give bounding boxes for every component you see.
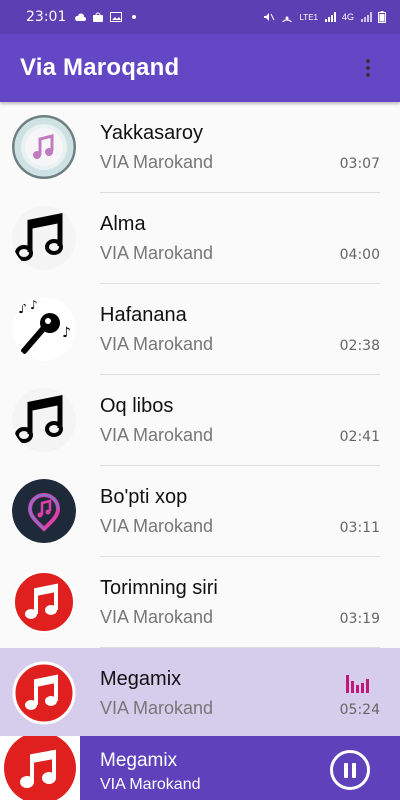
track-duration: 04:00 — [339, 247, 380, 263]
track-artist: VIA Marokand — [100, 334, 214, 354]
track-artist: VIA Marokand — [100, 152, 214, 172]
now-playing-title: Megamix — [100, 750, 178, 771]
track-duration: 03:19 — [339, 611, 380, 627]
cloud-icon — [75, 13, 87, 21]
svg-text:♪: ♪ — [62, 325, 71, 341]
track-title: Alma — [100, 213, 146, 235]
track-artist: VIA Marokand — [100, 516, 214, 536]
track-title: Bo'pti xop — [100, 486, 188, 508]
status-bar: 23:01 LTE1 4G — [0, 0, 400, 34]
svg-text:♪: ♪ — [18, 301, 27, 317]
volte-label: LTE1 — [299, 12, 318, 22]
track-row-torimning-siri[interactable]: Torimning siri VIA Marokand 03:19 — [0, 557, 400, 648]
microphone-icon: ♪ ♪ ♪ — [12, 297, 76, 361]
signal-icon — [324, 12, 336, 22]
track-duration: 03:07 — [339, 156, 380, 172]
red-music-icon — [0, 736, 80, 800]
music-notes-icon — [12, 388, 76, 452]
track-row-yakkasaroy[interactable]: Yakkasaroy VIA Marokand 03:07 — [0, 102, 400, 193]
track-artist: VIA Marokand — [100, 607, 214, 627]
track-row-megamix[interactable]: Megamix VIA Marokand 05:24 — [0, 648, 400, 736]
red-music-icon — [12, 661, 76, 725]
image-icon — [110, 12, 123, 22]
svg-text:♪: ♪ — [30, 298, 38, 312]
battery-icon — [378, 11, 386, 23]
track-row-hafanana[interactable]: ♪ ♪ ♪ Hafanana VIA Marokand 02:38 — [0, 284, 400, 375]
music-notes-icon — [12, 206, 76, 270]
track-title: Yakkasaroy — [100, 122, 204, 144]
pause-button[interactable] — [330, 750, 370, 790]
track-title: Megamix — [100, 668, 182, 690]
mute-icon — [264, 13, 275, 21]
track-artist: VIA Marokand — [100, 243, 214, 263]
track-row-oq-libos[interactable]: Oq libos VIA Marokand 02:41 — [0, 375, 400, 466]
app-title: Via Maroqand — [20, 54, 180, 81]
track-title: Torimning siri — [100, 577, 218, 599]
network-gen-label: 4G — [341, 12, 354, 22]
more-vert-icon[interactable] — [356, 53, 380, 83]
equalizer-icon — [346, 675, 369, 693]
track-title: Oq libos — [100, 395, 174, 417]
dot-icon — [132, 15, 137, 19]
track-row-bopti-xop[interactable]: Bo'pti xop VIA Marokand 03:11 — [0, 466, 400, 557]
track-duration: 02:41 — [339, 429, 380, 445]
track-artist: VIA Marokand — [100, 698, 214, 718]
track-duration: 05:24 — [339, 702, 380, 718]
now-playing-bar[interactable]: Megamix VIA Marokand — [0, 736, 400, 800]
pause-icon — [344, 762, 348, 778]
signal-icon — [361, 12, 372, 22]
music-pin-icon — [12, 479, 76, 543]
track-list[interactable]: Yakkasaroy VIA Marokand 03:07 Alma VIA M… — [0, 102, 400, 736]
track-duration: 02:38 — [339, 338, 380, 354]
shopping-bag-icon — [93, 12, 104, 22]
track-title: Hafanana — [100, 304, 187, 326]
status-time: 23:01 — [26, 9, 67, 25]
music-app-icon — [12, 115, 76, 179]
track-duration: 03:11 — [339, 520, 380, 536]
track-row-alma[interactable]: Alma VIA Marokand 04:00 — [0, 193, 400, 284]
now-playing-artist: VIA Marokand — [100, 776, 201, 793]
track-artist: VIA Marokand — [100, 425, 214, 445]
red-music-icon — [13, 571, 75, 633]
hotspot-icon — [282, 16, 293, 22]
app-bar: Via Maroqand — [0, 34, 400, 102]
